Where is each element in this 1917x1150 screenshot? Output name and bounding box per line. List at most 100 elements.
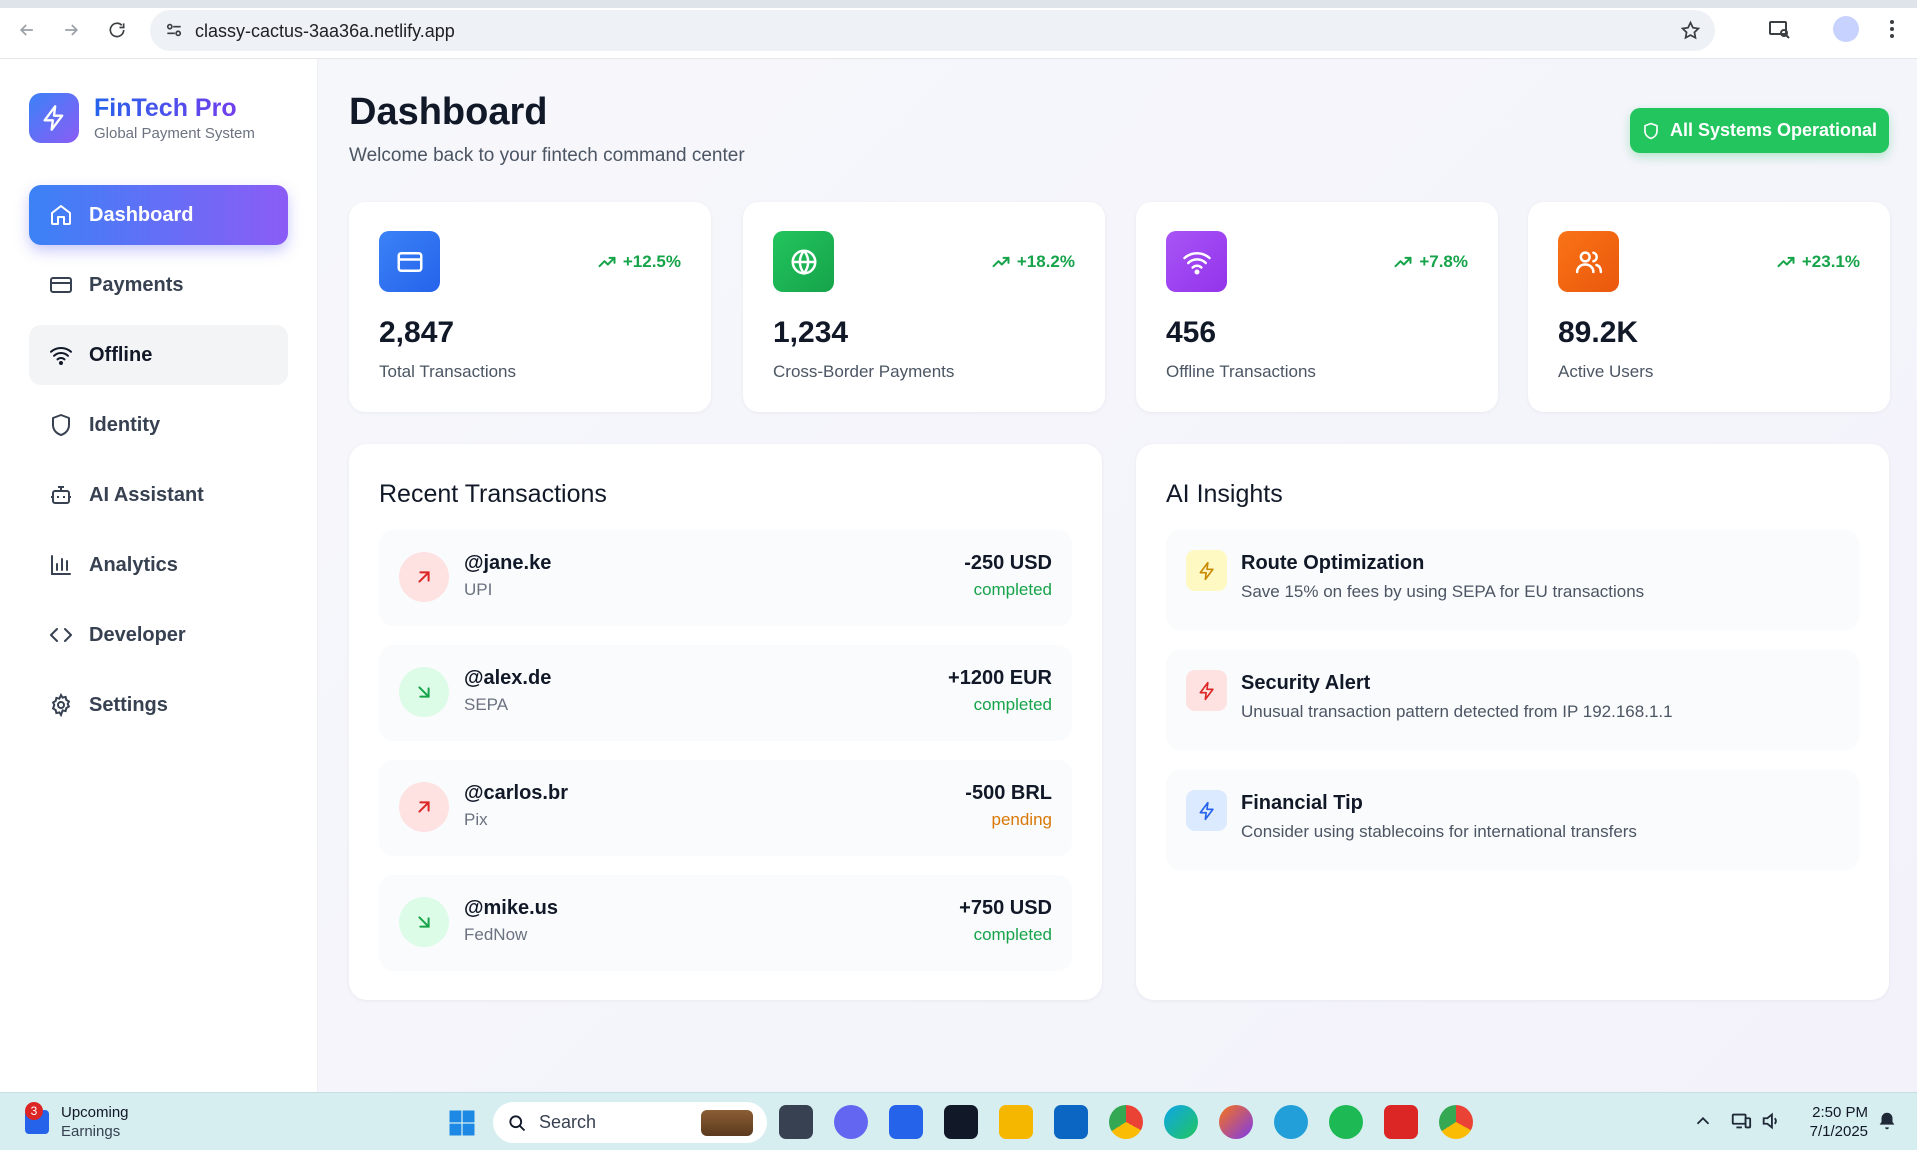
- stat-card-offline-transactions[interactable]: +7.8% 456 Offline Transactions: [1136, 202, 1498, 412]
- transaction-user: @alex.de: [464, 667, 552, 689]
- stat-card-cross-border[interactable]: +18.2% 1,234 Cross-Border Payments: [743, 202, 1105, 412]
- sidebar-item-developer[interactable]: Developer: [29, 605, 288, 665]
- sidebar-item-identity[interactable]: Identity: [29, 395, 288, 455]
- stat-card-total-transactions[interactable]: +12.5% 2,847 Total Transactions: [349, 202, 711, 412]
- chevron-up-icon[interactable]: [1692, 1110, 1714, 1132]
- site-settings-icon[interactable]: [164, 20, 184, 40]
- transaction-row[interactable]: @jane.ke UPI -250 USD completed: [379, 530, 1072, 626]
- sidebar-item-label: Dashboard: [89, 203, 194, 226]
- stat-label: Total Transactions: [379, 362, 517, 381]
- widget-title: Upcoming: [61, 1104, 129, 1121]
- transaction-row[interactable]: @carlos.br Pix -500 BRL pending: [379, 760, 1072, 856]
- transaction-user: @mike.us: [464, 897, 558, 919]
- sidebar-item-label: AI Assistant: [89, 483, 204, 506]
- spotify-app-icon[interactable]: [1329, 1105, 1363, 1139]
- trending-up-icon: [1777, 256, 1795, 268]
- arrow-up-right-icon: [399, 552, 449, 602]
- store-app-icon[interactable]: [889, 1105, 923, 1139]
- sidebar-item-ai-assistant[interactable]: AI Assistant: [29, 465, 288, 525]
- brand[interactable]: FinTech Pro Global Payment System: [29, 93, 255, 143]
- file-explorer-icon[interactable]: [999, 1105, 1033, 1139]
- insight-description: Save 15% on fees by using SEPA for EU tr…: [1241, 582, 1645, 601]
- stat-trend: +12.5%: [597, 252, 681, 272]
- stat-trend-value: +18.2%: [1016, 252, 1075, 271]
- transaction-user: @carlos.br: [464, 782, 568, 804]
- insight-item[interactable]: Security Alert Unusual transaction patte…: [1166, 650, 1859, 750]
- transaction-row[interactable]: @mike.us FedNow +750 USD completed: [379, 875, 1072, 971]
- sidebar-item-analytics[interactable]: Analytics: [29, 535, 288, 595]
- zap-icon: [1186, 670, 1227, 711]
- arrow-right-icon: [65, 24, 79, 36]
- stack-app-icon[interactable]: [1384, 1105, 1418, 1139]
- browser-chrome: classy-cactus-3aa36a.netlify.app: [0, 0, 1917, 59]
- menu-dots-icon[interactable]: [1880, 17, 1904, 41]
- outlook-app-icon[interactable]: [1054, 1105, 1088, 1139]
- taskbar-search[interactable]: Search: [493, 1102, 767, 1143]
- sidebar-item-offline[interactable]: Offline: [29, 325, 288, 385]
- telegram-app-icon[interactable]: [1274, 1105, 1308, 1139]
- reload-icon: [109, 22, 125, 38]
- profile-avatar[interactable]: [1833, 16, 1859, 42]
- sidebar-item-label: Identity: [89, 413, 161, 436]
- insight-description: Consider using stablecoins for internati…: [1241, 822, 1637, 841]
- transaction-status: completed: [973, 695, 1052, 714]
- cast-search-icon[interactable]: [1767, 17, 1791, 41]
- system-status-label: All Systems Operational: [1669, 120, 1878, 140]
- sidebar-item-settings[interactable]: Settings: [29, 675, 288, 735]
- arrow-up-right-icon: [399, 782, 449, 832]
- sidebar-item-dashboard[interactable]: Dashboard: [29, 185, 288, 245]
- chrome-app-icon[interactable]: [1109, 1105, 1143, 1139]
- tradingview-app-icon[interactable]: [944, 1105, 978, 1139]
- arrow-down-right-icon: [399, 897, 449, 947]
- trending-up-icon: [992, 256, 1010, 268]
- sidebar-item-payments[interactable]: Payments: [29, 255, 288, 315]
- clock-date: 7/1/2025: [1809, 1123, 1868, 1140]
- credit-card-icon: [49, 273, 73, 297]
- stat-trend: +18.2%: [991, 252, 1075, 272]
- stat-trend: +7.8%: [1393, 252, 1468, 272]
- shield-icon: [49, 413, 73, 437]
- brand-subtitle: Global Payment System: [94, 125, 255, 142]
- zap-icon: [1186, 790, 1227, 831]
- page-subtitle: Welcome back to your fintech command cen…: [349, 145, 745, 166]
- transaction-row[interactable]: @alex.de SEPA +1200 EUR completed: [379, 645, 1072, 741]
- zap-icon: [1186, 550, 1227, 591]
- transaction-method: Pix: [464, 810, 488, 829]
- insight-item[interactable]: Route Optimization Save 15% on fees by u…: [1166, 530, 1859, 630]
- transaction-user: @jane.ke: [464, 552, 552, 574]
- bookmark-star-icon[interactable]: [1680, 20, 1701, 41]
- widgets-button[interactable]: 3 Upcoming Earnings: [25, 1102, 129, 1141]
- address-bar[interactable]: classy-cactus-3aa36a.netlify.app: [150, 10, 1715, 51]
- stat-label: Offline Transactions: [1166, 362, 1316, 381]
- transaction-amount: +1200 EUR: [948, 667, 1052, 689]
- url-text[interactable]: classy-cactus-3aa36a.netlify.app: [195, 21, 455, 42]
- search-placeholder: Search: [539, 1112, 597, 1132]
- transaction-method: SEPA: [464, 695, 509, 714]
- firefox-app-icon[interactable]: [1219, 1105, 1253, 1139]
- insight-title: Financial Tip: [1241, 792, 1363, 814]
- windows-taskbar: 3 Upcoming Earnings Search 2:50 PM 7/1/2…: [0, 1092, 1917, 1150]
- transaction-status: completed: [973, 580, 1052, 599]
- globe-icon: [773, 231, 834, 292]
- forward-button[interactable]: [56, 15, 86, 45]
- reload-button[interactable]: [102, 15, 132, 45]
- trending-up-icon: [1394, 256, 1412, 268]
- system-status-badge[interactable]: All Systems Operational: [1630, 108, 1889, 153]
- back-button[interactable]: [12, 15, 42, 45]
- chat-app-icon[interactable]: [834, 1105, 868, 1139]
- insight-item[interactable]: Financial Tip Consider using stablecoins…: [1166, 770, 1859, 870]
- arrow-down-right-icon: [399, 667, 449, 717]
- transaction-amount: -500 BRL: [965, 782, 1052, 804]
- edge-app-icon[interactable]: [1164, 1105, 1198, 1139]
- chrome-profile-app-icon[interactable]: [1439, 1105, 1473, 1139]
- stat-value: 456: [1166, 316, 1217, 349]
- task-view-icon[interactable]: [779, 1105, 813, 1139]
- taskbar-clock[interactable]: 2:50 PM 7/1/2025: [1772, 1103, 1868, 1141]
- notification-bell-icon[interactable]: [1876, 1110, 1898, 1132]
- transaction-amount: +750 USD: [959, 897, 1052, 919]
- windows-start-icon[interactable]: [447, 1108, 477, 1138]
- stat-card-active-users[interactable]: +23.1% 89.2K Active Users: [1528, 202, 1890, 412]
- search-highlight-image: [701, 1110, 753, 1136]
- stat-label: Cross-Border Payments: [773, 362, 955, 381]
- network-icon[interactable]: [1730, 1110, 1752, 1132]
